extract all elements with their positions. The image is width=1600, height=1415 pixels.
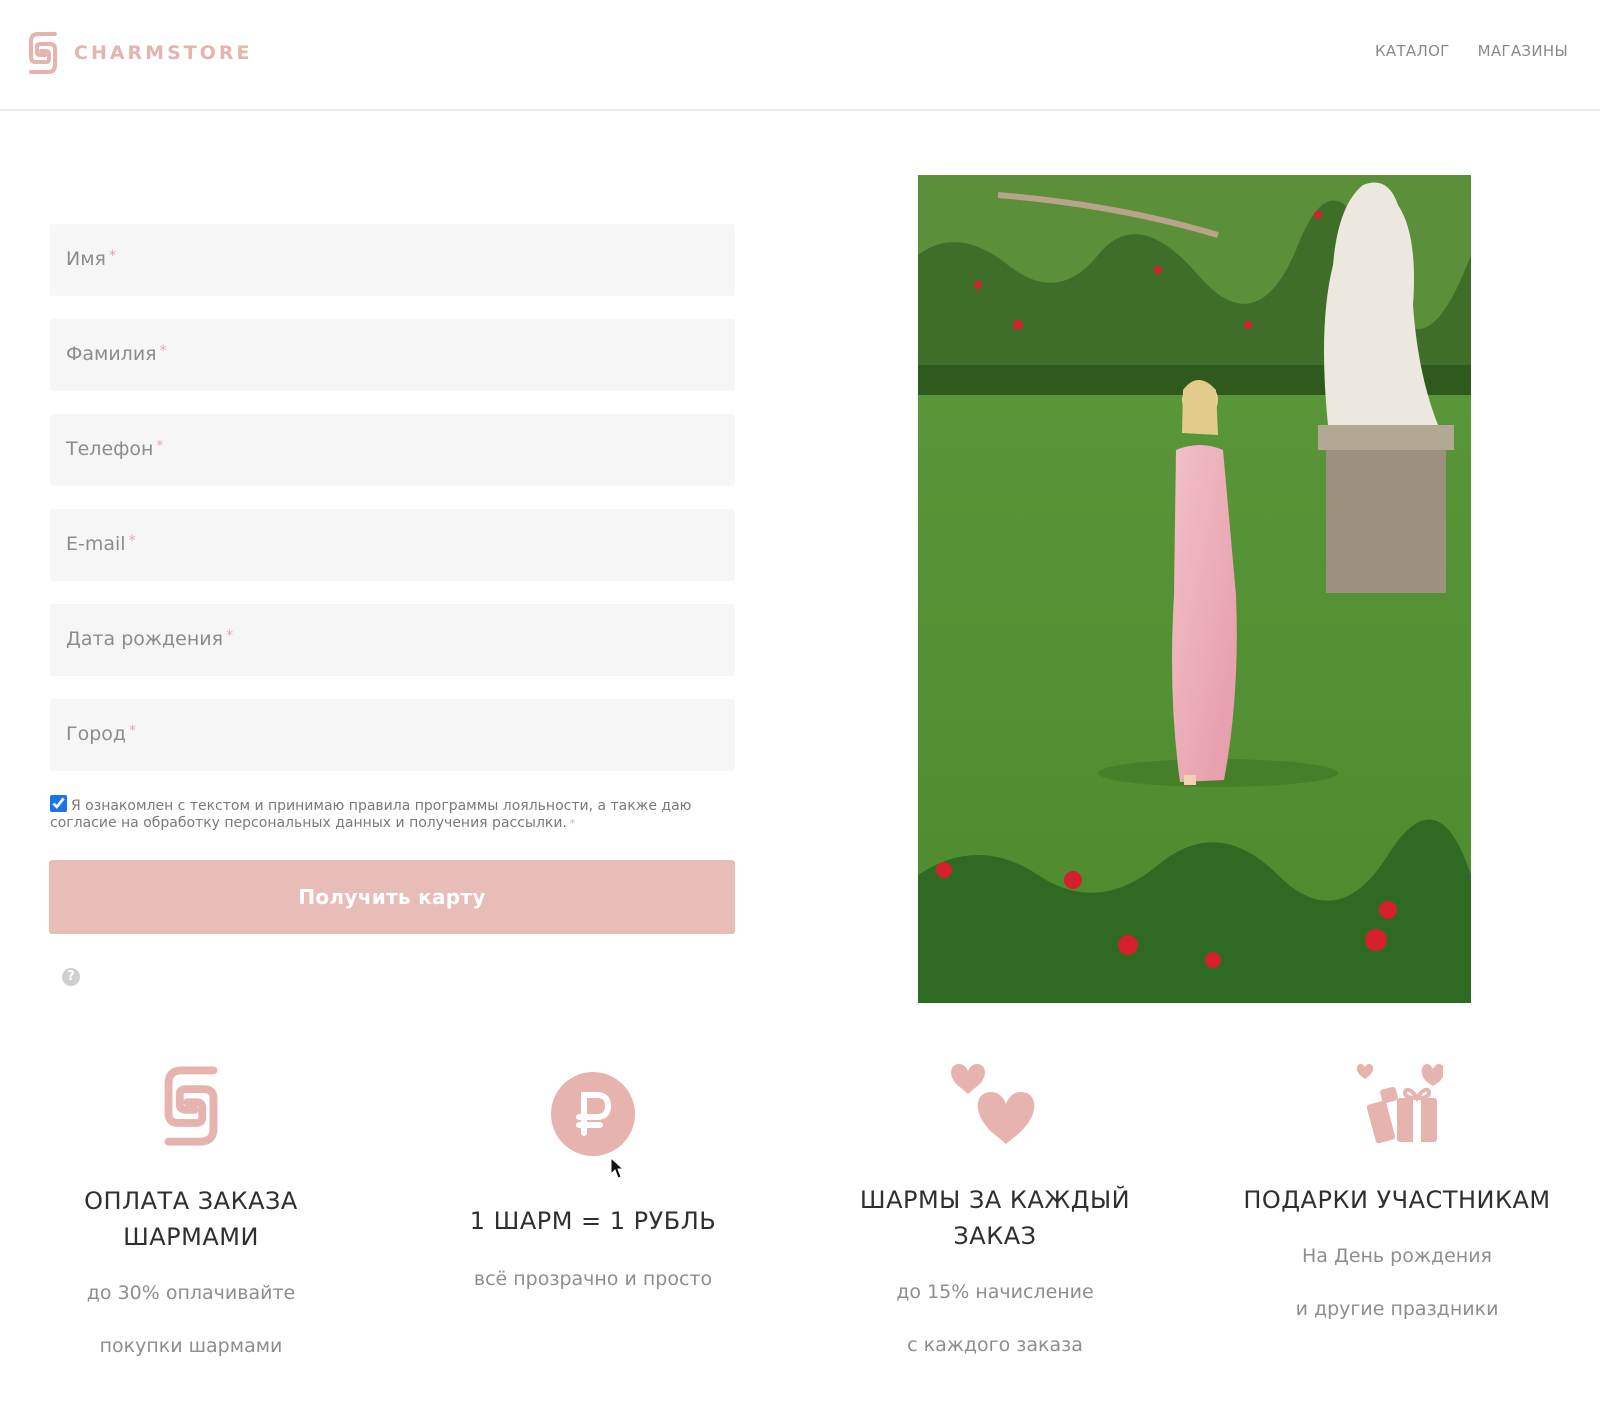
- feature-desc-line2: покупки шармами: [99, 1335, 283, 1357]
- city-input[interactable]: [50, 699, 735, 771]
- loyalty-signup-form: Имя * Фамилия * Телефон * E-mail * Дата рожд…: [50, 224, 735, 794]
- consent-checkbox-label[interactable]: Я ознакомлен с текстом и принимаю правил…: [50, 795, 740, 832]
- feature-charm-rate: 1 ШАРМ = 1 РУБЛЬ всё прозрачно и просто: [393, 1066, 793, 1306]
- last-name-field[interactable]: Фамилия *: [50, 319, 735, 391]
- last-name-input[interactable]: [50, 319, 735, 391]
- email-field[interactable]: E-mail *: [50, 509, 735, 581]
- gift-icon: [1197, 1055, 1597, 1150]
- consent-checkbox[interactable]: [50, 795, 67, 812]
- feature-desc-line2: и другие праздники: [1295, 1298, 1499, 1320]
- model-photo: [918, 175, 1471, 1003]
- feature-charm-payment: ОПЛАТА ЗАКАЗА ШАРМАМИ до 30% оплачивайте…: [0, 1058, 391, 1373]
- first-name-field[interactable]: Имя *: [50, 224, 735, 296]
- feature-title: ШАРМЫ ЗА КАЖДЫЙ ЗАКАЗ: [859, 1186, 1131, 1250]
- feature-desc-line1: до 30% оплачивайте: [86, 1282, 296, 1304]
- main-nav: КАТАЛОГ МАГАЗИНЫ: [1375, 42, 1568, 60]
- birth-date-input[interactable]: [50, 604, 735, 676]
- city-field[interactable]: Город *: [50, 699, 735, 771]
- site-header: CHARMSTORE КАТАЛОГ МАГАЗИНЫ: [0, 0, 1600, 111]
- feature-title: ОПЛАТА ЗАКАЗА ШАРМАМИ: [84, 1187, 298, 1251]
- feature-desc-line1: всё прозрачно и просто: [473, 1268, 713, 1290]
- email-input[interactable]: [50, 509, 735, 581]
- phone-field[interactable]: Телефон *: [50, 414, 735, 486]
- nav-catalog-link[interactable]: КАТАЛОГ: [1375, 42, 1450, 60]
- charm-logo-icon: [0, 1058, 391, 1153]
- hearts-icon: [795, 1055, 1195, 1150]
- first-name-input[interactable]: [50, 224, 735, 296]
- mouse-cursor-icon: [610, 1157, 624, 1179]
- brand-name: CHARMSTORE: [74, 42, 253, 64]
- nav-stores-link[interactable]: МАГАЗИНЫ: [1478, 42, 1568, 60]
- feature-title: ПОДАРКИ УЧАСТНИКАМ: [1243, 1186, 1551, 1214]
- feature-desc-line1: На День рождения: [1302, 1245, 1492, 1267]
- ruble-icon: [393, 1066, 793, 1161]
- feature-desc-line2: с каждого заказа: [907, 1334, 1083, 1356]
- brand-logo[interactable]: CHARMSTORE: [24, 28, 253, 78]
- help-icon[interactable]: ?: [62, 968, 80, 986]
- get-card-button[interactable]: Получить карту: [49, 860, 735, 934]
- birth-date-field[interactable]: Дата рождения *: [50, 604, 735, 676]
- feature-title: 1 ШАРМ = 1 РУБЛЬ: [469, 1207, 717, 1235]
- feature-desc-line1: до 15% начисление: [896, 1281, 1094, 1303]
- consent-required-mark: *: [569, 817, 576, 830]
- consent-text: Я ознакомлен с текстом и принимаю правил…: [50, 798, 692, 831]
- phone-input[interactable]: [50, 414, 735, 486]
- charm-logo-icon: [29, 32, 57, 74]
- feature-charms-per-order: ШАРМЫ ЗА КАЖДЫЙ ЗАКАЗ до 15% начисление …: [795, 1055, 1195, 1372]
- feature-member-gifts: ПОДАРКИ УЧАСТНИКАМ На День рождения и др…: [1197, 1055, 1597, 1336]
